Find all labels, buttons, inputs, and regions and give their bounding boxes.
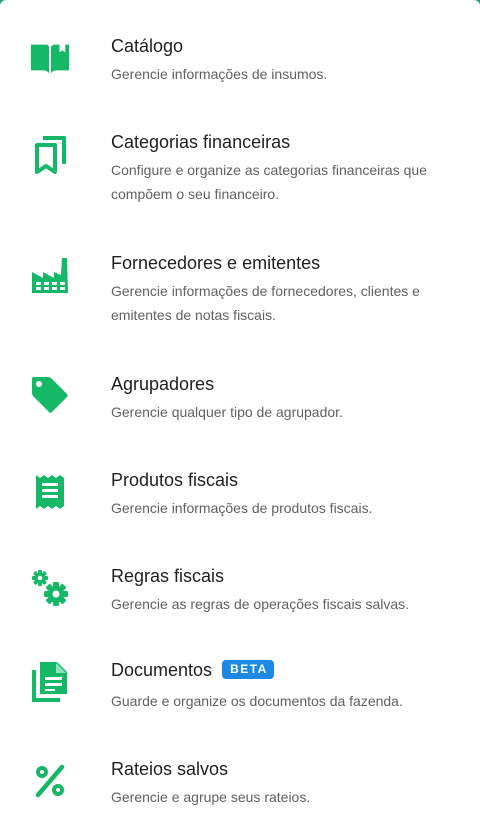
receipt-icon (30, 472, 70, 512)
item-title-text: Documentos (111, 660, 213, 680)
book-open-icon (30, 38, 70, 78)
item-description: Guarde e organize os documentos da fazen… (111, 693, 403, 709)
item-title: Regras fiscais (111, 566, 225, 586)
item-description: Configure e organize as categorias finan… (111, 162, 427, 202)
item-title: Catálogo (111, 36, 184, 56)
item-title: Fornecedores e emitentes (111, 253, 321, 273)
item-title: Agrupadores (111, 374, 215, 394)
beta-badge: BETA (222, 660, 274, 679)
item-title: Produtos fiscais (111, 470, 239, 490)
bookmarks-icon (30, 135, 70, 175)
item-description: Gerencie informações de fornecedores, cl… (111, 283, 420, 323)
menu-item-agrupadores[interactable]: Agrupadores Gerencie qualquer tipo de ag… (0, 372, 480, 432)
item-description: Gerencie informações de produtos fiscais… (111, 500, 373, 516)
menu-item-catalogo[interactable]: Catálogo Gerencie informações de insumos… (0, 34, 480, 94)
factory-icon (30, 255, 70, 295)
item-title: Categorias financeiras (111, 132, 291, 152)
menu-item-rateios-salvos[interactable]: Rateios salvos Gerencie e agrupe seus ra… (0, 757, 480, 817)
percent-icon (30, 761, 70, 801)
menu-item-documentos[interactable]: Documentos BETA Guarde e organize os docu… (0, 658, 480, 718)
tag-icon (30, 375, 70, 415)
menu-item-regras-fiscais[interactable]: Regras fiscais Gerencie as regras de ope… (0, 564, 480, 624)
menu-item-categorias-financeiras[interactable]: Categorias financeiras Configure e organ… (0, 130, 480, 210)
menu-item-fornecedores-emitentes[interactable]: Fornecedores e emitentes Gerencie inform… (0, 251, 480, 331)
frame-corner-right (468, 0, 480, 12)
item-description: Gerencie e agrupe seus rateios. (111, 789, 311, 805)
item-title: Documentos BETA (111, 658, 274, 682)
item-description: Gerencie informações de insumos. (111, 66, 328, 82)
item-title: Rateios salvos (111, 759, 229, 779)
item-description: Gerencie qualquer tipo de agrupador. (111, 404, 343, 420)
frame-corner-left (0, 0, 12, 12)
documents-icon (30, 662, 70, 702)
item-description: Gerencie as regras de operações fiscais … (111, 596, 410, 612)
gears-icon (30, 568, 70, 608)
menu-item-produtos-fiscais[interactable]: Produtos fiscais Gerencie informações de… (0, 468, 480, 528)
